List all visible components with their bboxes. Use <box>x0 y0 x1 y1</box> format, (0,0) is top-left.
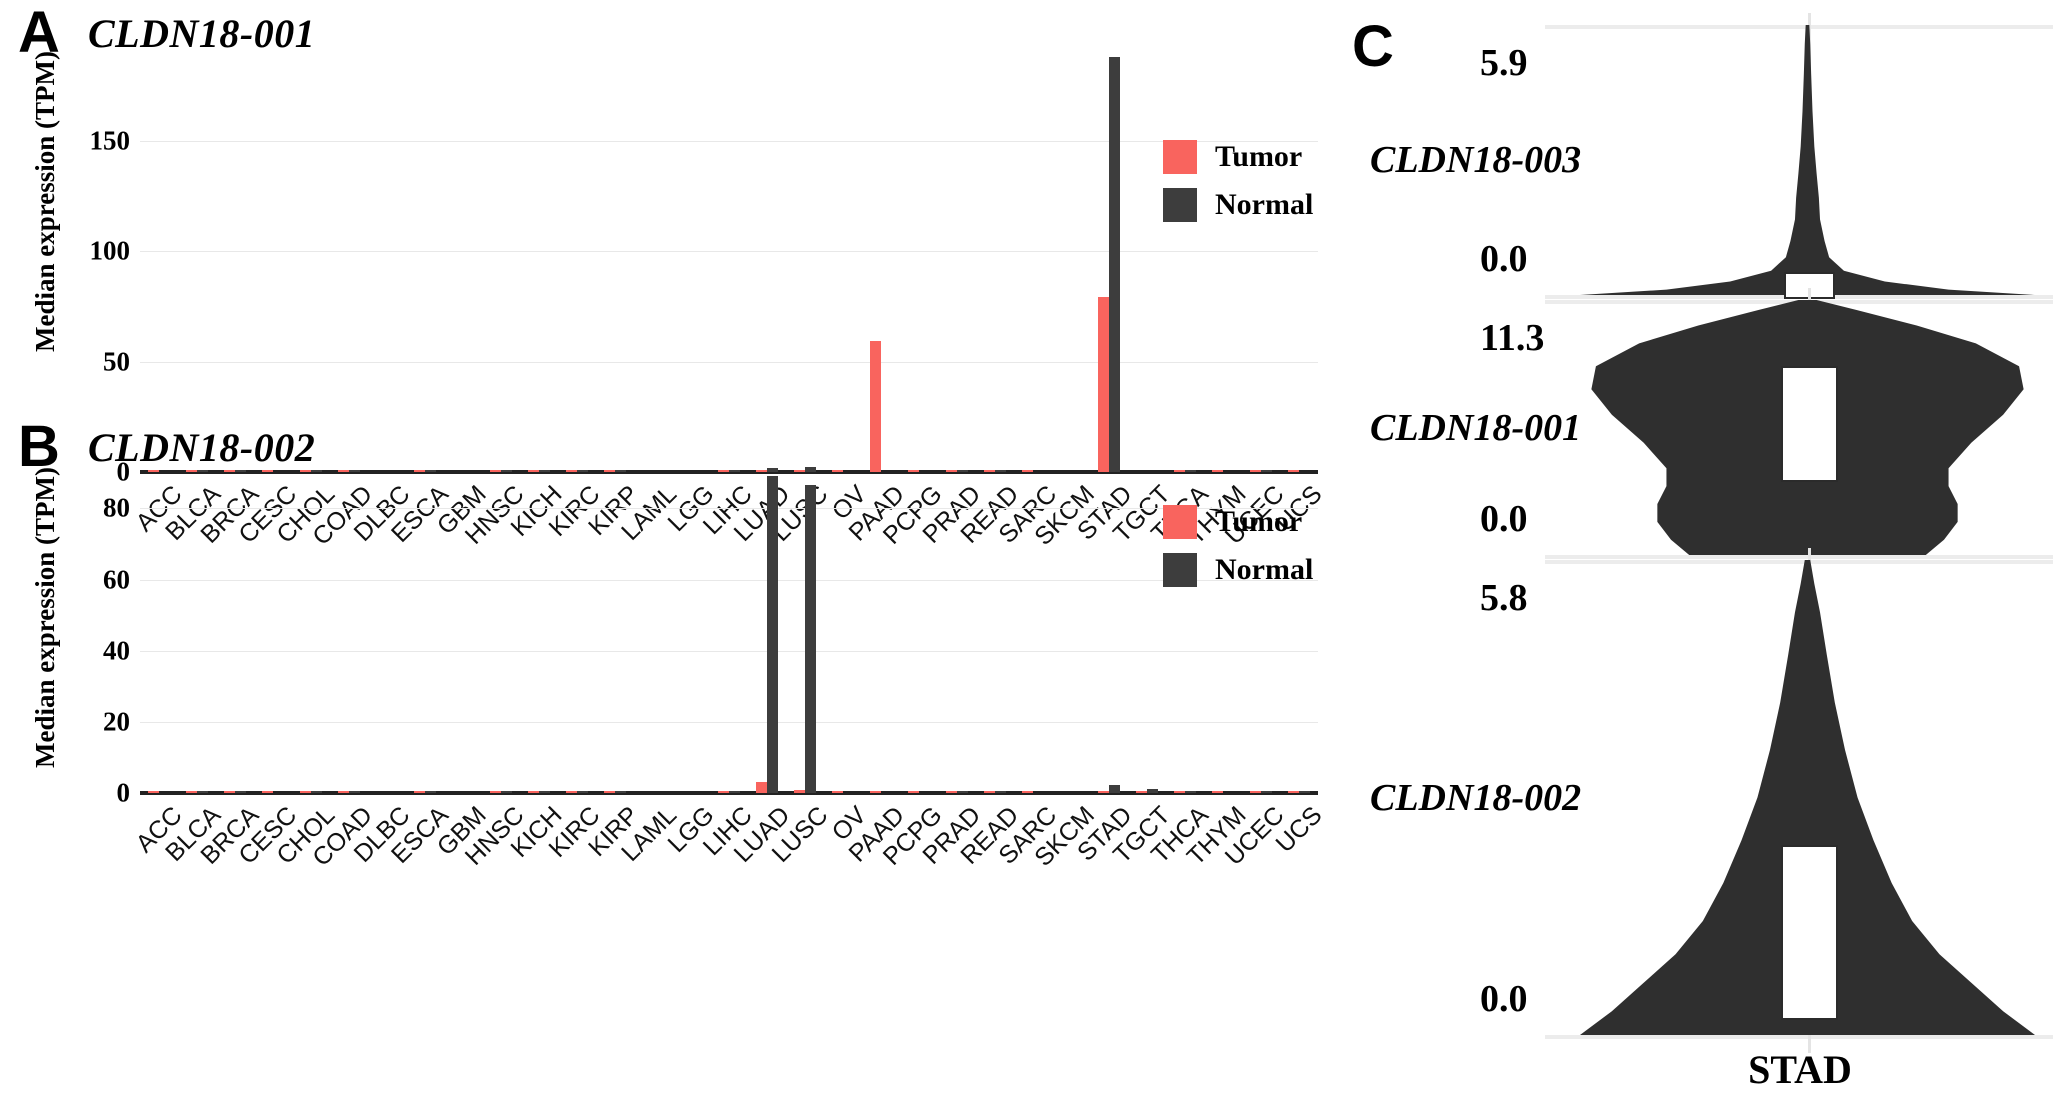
panel-c-letter: C <box>1352 14 1394 79</box>
bar-lihc-normal <box>729 790 741 793</box>
bar-kich-tumor <box>527 790 539 793</box>
panel-a-bar-chart: 0 50 100 150 ACC BLCA BRCA CESC CHOL COAD DLBC ESCA… <box>90 30 1328 551</box>
gridline <box>140 140 1318 142</box>
bar-acc-tumor <box>147 790 159 793</box>
bar-cesc-tumor <box>261 790 273 793</box>
violin-gridline <box>1545 1035 2053 1039</box>
bar-paad-tumor <box>869 340 881 472</box>
bar-kirc-normal <box>577 790 589 793</box>
bar-ucs-tumor <box>1287 790 1299 793</box>
violin-min-value-cldn18-003: 0.0 <box>1480 238 1528 280</box>
violin-gene-label-cldn18-003: CLDN18-003 <box>1370 139 1582 181</box>
bar-prad-tumor <box>945 790 957 793</box>
y-axis-tick-label: 40 <box>103 635 130 666</box>
y-axis-tick-label: 80 <box>103 492 130 523</box>
bar-chol-tumor <box>299 790 311 793</box>
y-axis-tick-label: 100 <box>89 235 131 266</box>
y-axis-tick-label: 150 <box>89 125 131 155</box>
legend-item-normal: Normal <box>1163 553 1313 587</box>
legend-item-tumor: Tumor <box>1163 505 1313 539</box>
bar-kirp-tumor <box>603 790 615 793</box>
gridline <box>140 251 1318 252</box>
violin-gene-label-cldn18-001: CLDN18-001 <box>1370 406 1582 449</box>
bar-lihc-tumor <box>717 790 729 793</box>
legend-label-normal: Normal <box>1215 553 1314 586</box>
bar-stad-tumor <box>1097 297 1109 472</box>
bar-tgct-normal <box>1147 789 1159 793</box>
bar-esca-normal <box>425 790 437 793</box>
gridline <box>140 579 1318 581</box>
bar-ucs-normal <box>1299 790 1311 793</box>
panel-a-y-axis-title: Median expression (TPM) <box>30 51 60 352</box>
bar-lusc-normal <box>805 485 817 793</box>
legend-swatch-tumor <box>1163 140 1197 174</box>
bar-read-normal <box>995 790 1007 793</box>
legend-label-normal: Normal <box>1215 188 1314 221</box>
legend-swatch-normal <box>1163 188 1197 222</box>
bar-hnsc-tumor <box>489 790 501 793</box>
gridline <box>140 650 1318 652</box>
bar-chol-normal <box>311 790 323 793</box>
bar-pcpg-tumor <box>907 790 919 793</box>
violin-shape-cldn18-003 <box>1580 25 2035 295</box>
bar-sarc-tumor <box>1021 790 1033 793</box>
y-axis-tick-label: 60 <box>103 564 130 595</box>
bar-kirp-normal <box>615 790 627 793</box>
bar-coad-tumor <box>337 790 349 793</box>
bar-thca-tumor <box>1173 790 1185 793</box>
bar-ucec-normal <box>1261 790 1273 793</box>
legend-swatch-normal <box>1163 553 1197 587</box>
violin-gridline <box>1545 555 2053 559</box>
bar-coad-normal <box>349 790 361 793</box>
bar-luad-normal <box>767 476 779 793</box>
gridline <box>140 361 1318 363</box>
panel-a-legend: Tumor Normal <box>1163 140 1313 236</box>
bar-stad-normal <box>1109 56 1121 472</box>
violin-min-value-cldn18-002: 0.0 <box>1480 978 1528 1020</box>
bar-brca-normal <box>235 790 247 793</box>
bar-hnsc-normal <box>501 790 513 793</box>
bar-prad-normal <box>957 790 969 793</box>
bar-stad-tumor <box>1097 790 1109 793</box>
bar-paad-tumor <box>869 790 881 793</box>
panel-c-x-axis-label: STAD <box>1748 1047 1852 1092</box>
violin-max-value-cldn18-003: 5.9 <box>1480 42 1528 84</box>
y-axis-tick-label: 20 <box>103 706 130 737</box>
panel-b-legend: Tumor Normal <box>1163 505 1313 601</box>
violin-max-value-cldn18-002: 5.8 <box>1480 577 1528 619</box>
violin-box-cldn18-001 <box>1781 366 1838 483</box>
bar-read-tumor <box>983 790 995 793</box>
bar-blca-tumor <box>185 790 197 793</box>
bar-ov-tumor <box>831 790 843 793</box>
bar-stad-normal <box>1109 784 1121 793</box>
y-axis-tick-label: 0 <box>116 777 131 808</box>
violin-box-cldn18-002 <box>1781 845 1838 1020</box>
bar-tgct-tumor <box>1135 790 1147 793</box>
gridline <box>140 508 1318 510</box>
legend-label-tumor: Tumor <box>1215 140 1303 173</box>
y-axis-tick-label: 50 <box>103 346 130 376</box>
gridline <box>140 721 1318 723</box>
bar-thym-tumor <box>1211 790 1223 793</box>
panel-b-y-axis-title: Median expression (TPM) <box>30 467 60 768</box>
bar-brca-tumor <box>223 790 235 793</box>
violin-min-value-cldn18-001: 0.0 <box>1480 498 1528 540</box>
legend-label-tumor: Tumor <box>1215 505 1303 538</box>
legend-item-tumor: Tumor <box>1163 140 1313 174</box>
panel-b-bar-chart: 0 20 40 60 80 ACC BLCA BRCA CESC CHOL COAD DLBC ESCA… <box>103 455 1328 872</box>
bar-kirc-tumor <box>565 790 577 793</box>
bar-ucec-tumor <box>1249 790 1261 793</box>
bar-luad-tumor <box>755 782 767 793</box>
violin-max-value-cldn18-001: 11.3 <box>1480 317 1545 359</box>
bar-kich-normal <box>539 790 551 793</box>
bar-lusc-tumor <box>793 790 805 793</box>
legend-item-normal: Normal <box>1163 188 1313 222</box>
legend-swatch-tumor <box>1163 505 1197 539</box>
bar-esca-tumor <box>413 790 425 793</box>
bar-thca-normal <box>1185 790 1197 793</box>
violin-gene-label-cldn18-002: CLDN18-002 <box>1370 776 1582 819</box>
bar-blca-normal <box>197 790 209 793</box>
